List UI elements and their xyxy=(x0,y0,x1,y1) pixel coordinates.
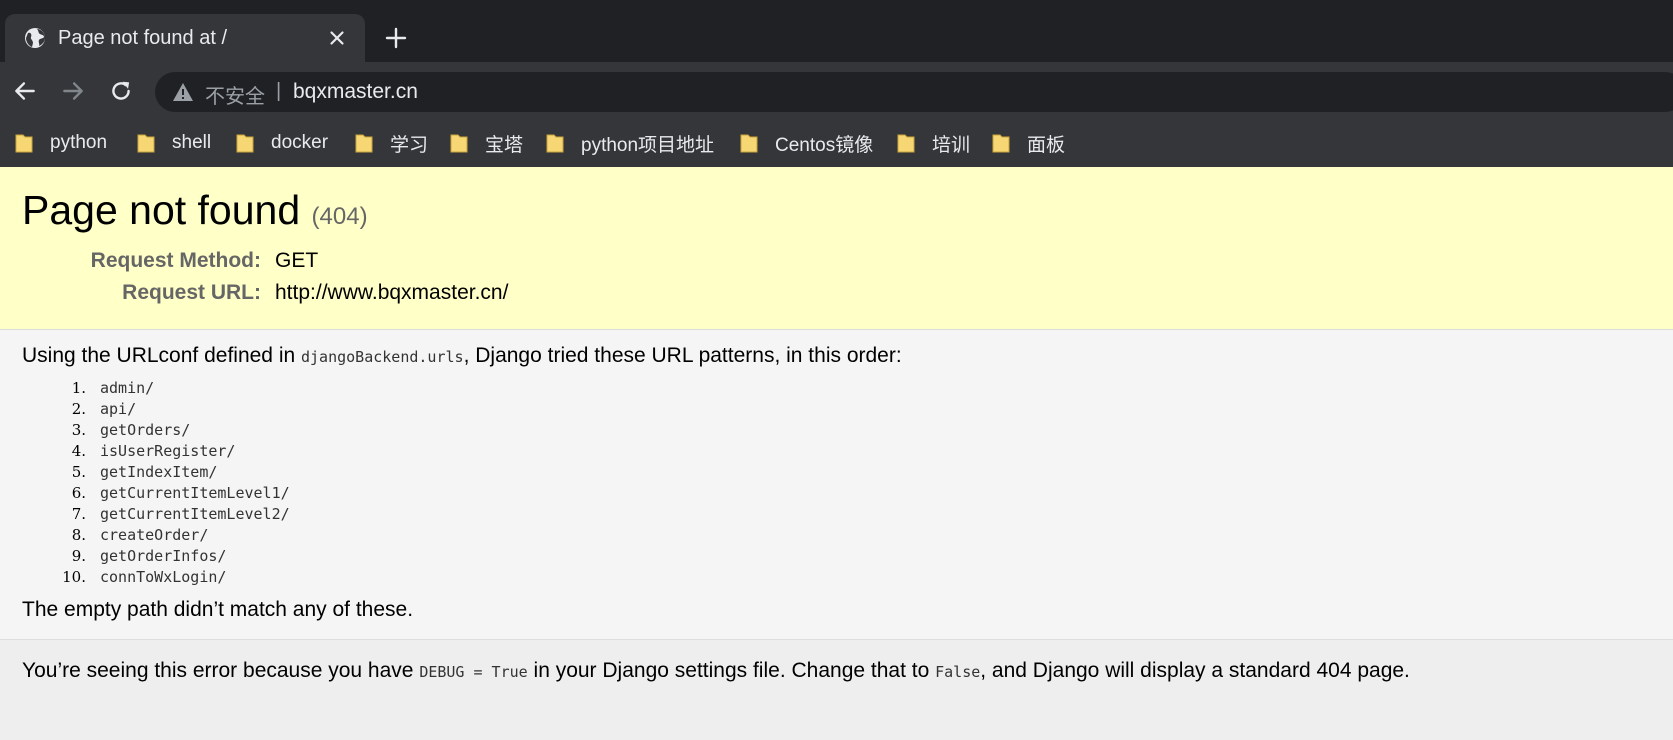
bookmark-folder-panel[interactable]: 面板 xyxy=(992,130,1065,156)
urlconf-module: djangoBackend.urls xyxy=(301,348,464,366)
globe-icon xyxy=(25,28,45,48)
address-bar[interactable]: 不安全 | bqxmaster.cn xyxy=(155,72,1673,112)
pattern-number: 4. xyxy=(71,442,86,460)
folder-icon xyxy=(450,134,468,153)
bookmark-label: docker xyxy=(271,132,329,153)
pattern-number: 6. xyxy=(71,484,86,502)
bookmark-folder-baota[interactable]: 宝塔 xyxy=(450,130,523,156)
urlconf-info: Using the URLconf defined in djangoBacke… xyxy=(0,330,1673,640)
reload-icon[interactable] xyxy=(108,78,134,104)
bookmark-label: python项目地址 xyxy=(581,134,715,156)
false-value: False xyxy=(935,663,981,681)
pattern-text: getCurrentItemLevel1/ xyxy=(100,484,290,502)
folder-icon xyxy=(355,134,373,153)
tab-strip: Page not found at / xyxy=(0,0,1673,62)
pattern-text: getOrderInfos/ xyxy=(100,547,227,565)
intro-text: Using the URLconf defined in xyxy=(22,344,301,367)
page-title-text: Page not found xyxy=(22,187,301,233)
explanation-part: in your Django settings file. Change tha… xyxy=(527,659,936,682)
pattern-number: 1. xyxy=(71,379,86,397)
bookmark-label: python xyxy=(50,132,108,153)
bookmark-folder-python[interactable]: python xyxy=(15,130,107,156)
bookmark-folder-shell[interactable]: shell xyxy=(137,130,211,156)
debug-setting: DEBUG = True xyxy=(419,663,528,681)
folder-icon xyxy=(546,134,564,153)
security-label[interactable]: 不安全 xyxy=(205,80,265,109)
bookmark-label: Centos镜像 xyxy=(775,134,874,156)
back-icon[interactable] xyxy=(12,78,38,104)
browser-toolbar: 不安全 | bqxmaster.cn xyxy=(0,62,1673,120)
folder-icon xyxy=(992,134,1010,153)
explanation-part: You’re seeing this error because you hav… xyxy=(22,659,420,682)
bookmark-label: 面板 xyxy=(1027,134,1066,156)
bookmark-folder-centos-mirror[interactable]: Centos镜像 xyxy=(740,130,873,156)
explanation-part: , and Django will display a standard 404… xyxy=(980,659,1410,682)
bookmark-label: 宝塔 xyxy=(485,134,524,156)
pattern-text: getOrders/ xyxy=(100,421,191,439)
pattern-text: connToWxLogin/ xyxy=(100,568,227,586)
page-title: Page not found (404) xyxy=(22,187,368,234)
error-summary: Page not found (404) Request Method: GET… xyxy=(0,167,1673,330)
address-separator: | xyxy=(276,80,282,102)
pattern-number: 5. xyxy=(71,463,86,481)
pattern-text: getCurrentItemLevel2/ xyxy=(100,505,290,523)
pattern-text: admin/ xyxy=(100,379,155,397)
bookmark-label: 培训 xyxy=(932,134,971,156)
bookmark-folder-python-projects[interactable]: python项目地址 xyxy=(546,130,714,156)
new-tab-icon[interactable] xyxy=(384,26,408,50)
status-code: (404) xyxy=(311,203,368,230)
warning-icon[interactable] xyxy=(172,82,194,102)
debug-explanation: You’re seeing this error because you hav… xyxy=(0,641,1673,740)
pattern-number: 2. xyxy=(71,400,86,418)
folder-icon xyxy=(897,134,915,153)
bookmarks-bar: python shell docker 学习 宝塔 python项目地址 Cen… xyxy=(0,120,1673,167)
url-text[interactable]: bqxmaster.cn xyxy=(293,80,418,104)
pattern-number: 10. xyxy=(62,568,86,586)
browser-tab[interactable]: Page not found at / xyxy=(5,14,365,62)
folder-icon xyxy=(740,134,758,153)
intro-text-end: , Django tried these URL patterns, in th… xyxy=(463,344,902,367)
page-content: Page not found (404) Request Method: GET… xyxy=(0,167,1673,740)
folder-icon xyxy=(236,134,254,153)
pattern-text: getIndexItem/ xyxy=(100,463,218,481)
request-url-value: http://www.bqxmaster.cn/ xyxy=(275,281,509,304)
explanation-text: You’re seeing this error because you hav… xyxy=(22,659,1410,683)
request-method-value: GET xyxy=(275,249,319,272)
folder-icon xyxy=(137,134,155,153)
bookmark-folder-study[interactable]: 学习 xyxy=(355,130,428,156)
bookmark-folder-docker[interactable]: docker xyxy=(236,130,328,156)
empty-path-message: The empty path didn’t match any of these… xyxy=(22,598,414,621)
pattern-number: 7. xyxy=(71,505,86,523)
folder-icon xyxy=(15,134,33,153)
pattern-number: 9. xyxy=(71,547,86,565)
forward-icon[interactable] xyxy=(60,78,86,104)
tab-title: Page not found at / xyxy=(58,27,228,49)
pattern-number: 8. xyxy=(71,526,86,544)
request-method-label: Request Method: xyxy=(90,249,261,272)
pattern-text: api/ xyxy=(100,400,137,418)
pattern-number: 3. xyxy=(71,421,86,439)
pattern-text: createOrder/ xyxy=(100,526,209,544)
request-url-label: Request URL: xyxy=(122,281,261,304)
bookmark-label: 学习 xyxy=(390,134,429,156)
bookmark-label: shell xyxy=(172,132,212,153)
bookmark-folder-training[interactable]: 培训 xyxy=(897,130,970,156)
close-icon[interactable] xyxy=(325,26,349,50)
urlconf-intro: Using the URLconf defined in djangoBacke… xyxy=(22,344,902,368)
pattern-text: isUserRegister/ xyxy=(100,442,236,460)
